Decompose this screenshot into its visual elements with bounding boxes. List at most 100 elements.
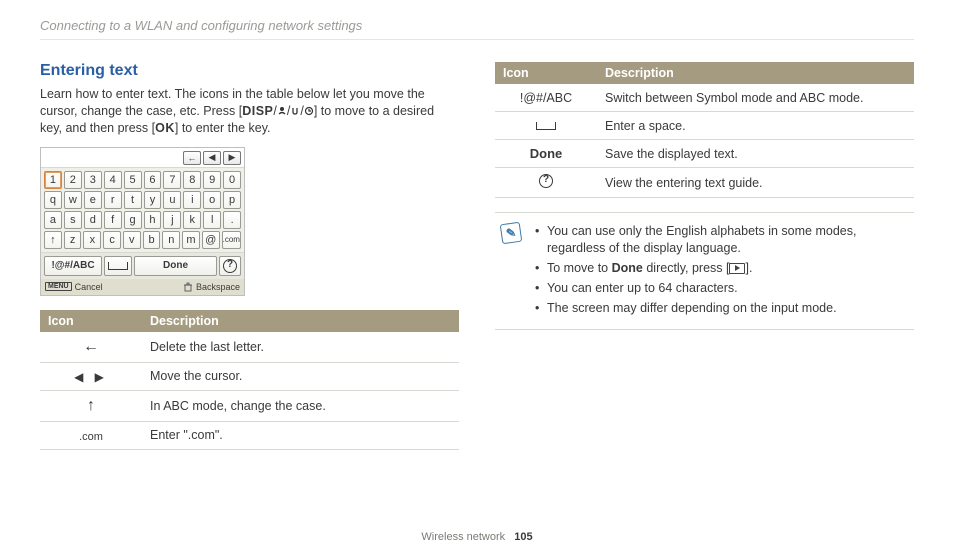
kbd-backspace-label: Backspace <box>183 282 240 292</box>
kbd-key: s <box>64 211 82 229</box>
cell-desc: In ABC mode, change the case. <box>142 390 459 421</box>
table-row: ◀ ▶ Move the cursor. <box>40 362 459 390</box>
kbd-key: y <box>144 191 162 209</box>
kbd-key: q <box>44 191 62 209</box>
kbd-key: 8 <box>183 171 201 189</box>
onscreen-keyboard: ← ◀ ▶ 1 2 3 4 5 6 7 8 9 0 q <box>40 147 245 296</box>
chapter-header: Connecting to a WLAN and configuring net… <box>40 18 914 33</box>
kbd-row-2: q w e r t y u i o p <box>44 191 241 209</box>
table-row: Done Save the displayed text. <box>495 140 914 168</box>
kbd-key: 3 <box>84 171 102 189</box>
done-icon: Done <box>530 146 563 161</box>
intro-paragraph: Learn how to enter text. The icons in th… <box>40 86 459 137</box>
kbd-key: i <box>183 191 201 209</box>
th-icon: Icon <box>495 62 597 84</box>
cell-desc: Enter a space. <box>597 112 914 140</box>
intro-text-3: ] to enter the key. <box>175 121 271 135</box>
kbd-right-icon: ▶ <box>223 151 241 165</box>
note-item: You can use only the English alphabets i… <box>535 223 908 257</box>
cell-desc: View the entering text guide. <box>597 168 914 198</box>
kbd-done: Done <box>134 256 217 276</box>
dotcom-icon: .com <box>79 431 103 443</box>
kbd-key: x <box>83 231 101 249</box>
kbd-key: o <box>203 191 221 209</box>
kbd-key: .com <box>222 231 241 249</box>
kbd-key: h <box>144 211 162 229</box>
cursor-arrows-icon: ◀ ▶ <box>74 370 108 384</box>
page-footer: Wireless network 105 <box>0 531 954 543</box>
note-icon: ✎ <box>500 222 523 245</box>
cell-desc: Switch between Symbol mode and ABC mode. <box>597 84 914 112</box>
kbd-key: g <box>124 211 142 229</box>
th-desc: Description <box>597 62 914 84</box>
note-item: The screen may differ depending on the i… <box>535 300 908 317</box>
kbd-key: @ <box>202 231 220 249</box>
icon-table-right: Icon Description !@#/ABC Switch between … <box>495 62 914 198</box>
delete-icon <box>83 339 99 354</box>
cell-desc: Enter ".com". <box>142 421 459 449</box>
kbd-key: 6 <box>144 171 162 189</box>
kbd-cancel-label: MENUCancel <box>45 282 103 292</box>
kbd-space <box>104 256 132 276</box>
mode-switch-icon: !@#/ABC <box>520 91 572 105</box>
kbd-backspace-icon: ← <box>183 151 201 165</box>
kbd-shift-icon: ↑ <box>44 231 62 249</box>
kbd-key: l <box>203 211 221 229</box>
kbd-key: m <box>182 231 200 249</box>
shift-icon <box>87 398 95 413</box>
done-word: Done <box>612 261 643 275</box>
note-item: You can enter up to 64 characters. <box>535 280 908 297</box>
table-row: .com Enter ".com". <box>40 421 459 449</box>
kbd-key: d <box>84 211 102 229</box>
ok-key-label: OK <box>155 121 175 135</box>
th-desc: Description <box>142 310 459 332</box>
help-icon <box>539 174 553 188</box>
cell-desc: Move the cursor. <box>142 362 459 390</box>
kbd-key: 4 <box>104 171 122 189</box>
kbd-key: v <box>123 231 141 249</box>
kbd-key: 0 <box>223 171 241 189</box>
kbd-key: u <box>163 191 181 209</box>
kbd-key: b <box>143 231 161 249</box>
kbd-key: 9 <box>203 171 221 189</box>
kbd-row-1: 1 2 3 4 5 6 7 8 9 0 <box>44 171 241 189</box>
kbd-key: a <box>44 211 62 229</box>
kbd-key: e <box>84 191 102 209</box>
play-button-icon <box>729 263 745 274</box>
kbd-key: . <box>223 211 241 229</box>
note-box: ✎ You can use only the English alphabets… <box>495 212 914 330</box>
table-row: Delete the last letter. <box>40 332 459 363</box>
trash-icon <box>183 282 193 292</box>
kbd-key: j <box>163 211 181 229</box>
table-row: !@#/ABC Switch between Symbol mode and A… <box>495 84 914 112</box>
kbd-key: r <box>104 191 122 209</box>
kbd-key: 2 <box>64 171 82 189</box>
kbd-left-icon: ◀ <box>203 151 221 165</box>
kbd-key: t <box>124 191 142 209</box>
th-icon: Icon <box>40 310 142 332</box>
table-row: In ABC mode, change the case. <box>40 390 459 421</box>
divider <box>40 39 914 40</box>
right-column: Icon Description !@#/ABC Switch between … <box>495 62 914 460</box>
note-item: To move to Done directly, press []. <box>535 260 908 277</box>
kbd-key: 7 <box>163 171 181 189</box>
disp-key-label: DISP <box>242 104 273 118</box>
left-column: Entering text Learn how to enter text. T… <box>40 62 459 460</box>
kbd-key: w <box>64 191 82 209</box>
nav-icons: /// <box>273 104 313 118</box>
table-row: Enter a space. <box>495 112 914 140</box>
cell-desc: Save the displayed text. <box>597 140 914 168</box>
kbd-key: 5 <box>124 171 142 189</box>
kbd-key: n <box>162 231 180 249</box>
kbd-key: p <box>223 191 241 209</box>
cell-desc: Delete the last letter. <box>142 332 459 363</box>
kbd-key: c <box>103 231 121 249</box>
kbd-key: k <box>183 211 201 229</box>
spacebar-icon <box>536 122 556 130</box>
footer-page-number: 105 <box>514 531 532 543</box>
footer-section: Wireless network <box>421 531 505 543</box>
kbd-key: 1 <box>44 171 62 189</box>
kbd-key: z <box>64 231 82 249</box>
kbd-mode-switch: !@#/ABC <box>44 256 102 276</box>
kbd-help-icon <box>219 256 241 276</box>
